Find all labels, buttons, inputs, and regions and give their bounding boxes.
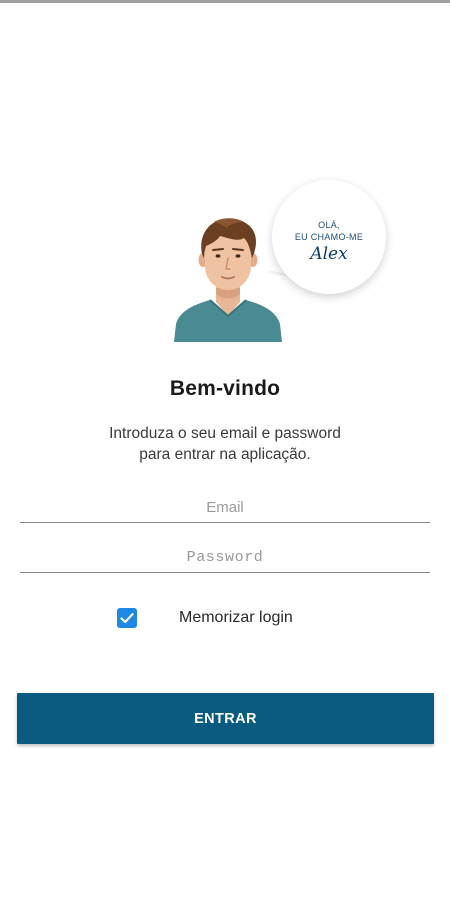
password-field[interactable] [20,542,430,573]
bubble-mascot-name: Alex [310,244,348,264]
status-bar-divider [0,0,450,3]
welcome-title: Bem-vindo [169,377,281,400]
avatar-illustration-icon [174,218,282,342]
remember-login-row[interactable]: Memorizar login [117,606,377,630]
bubble-intro: EU CHAMO-ME [294,232,364,242]
bubble-greeting: OLÁ, [318,220,340,230]
email-field[interactable] [20,492,430,523]
welcome-subtitle-line2: para entrar na aplicação. [139,446,311,463]
welcome-subtitle-line1: Introduza o seu email e password [109,425,341,442]
login-screen: OLÁ, EU CHAMO-ME Alex Bem-vindo Introduz… [0,0,450,900]
speech-bubble: OLÁ, EU CHAMO-ME Alex [272,180,386,294]
remember-login-label[interactable]: Memorizar login [179,609,293,627]
login-button[interactable]: ENTRAR [17,693,434,744]
welcome-illustration: OLÁ, EU CHAMO-ME Alex [160,172,400,344]
check-icon [120,613,134,624]
remember-login-checkbox[interactable] [117,608,137,628]
